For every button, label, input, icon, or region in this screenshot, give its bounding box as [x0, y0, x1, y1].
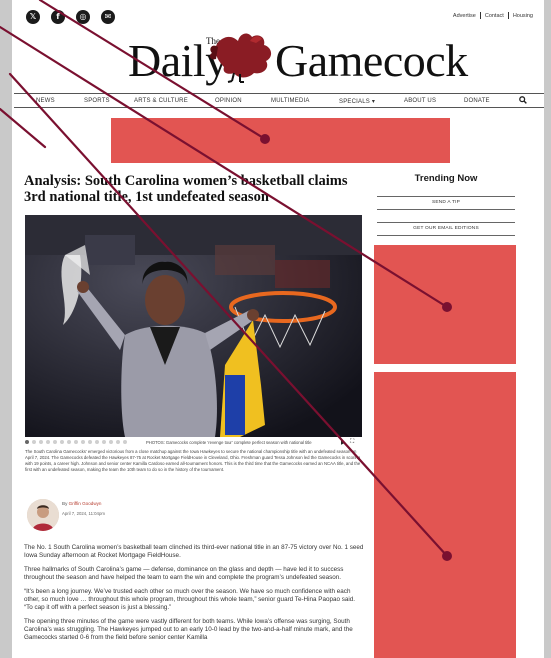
annotation-arrows: [0, 0, 452, 561]
arrow-endpoint: [260, 134, 270, 144]
arrow-endpoint: [442, 302, 452, 312]
arrow-endpoint: [442, 551, 452, 561]
